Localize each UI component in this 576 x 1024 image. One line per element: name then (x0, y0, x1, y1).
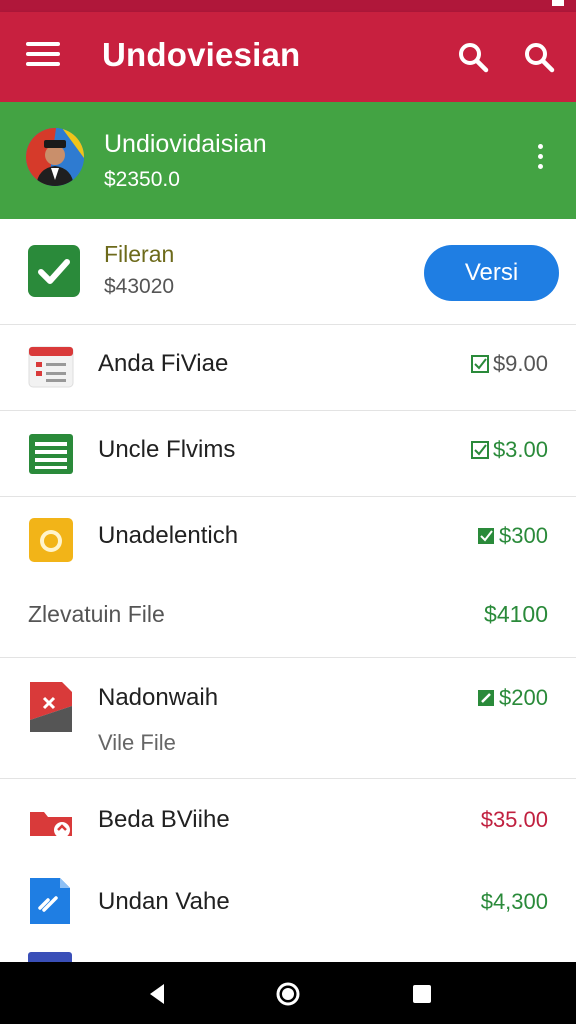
document-icon (28, 876, 72, 926)
list-item-title: Undan Vahe (98, 888, 230, 915)
summary-row: Fileran $43020 Versi (0, 219, 576, 325)
amount-text: $9.00 (492, 351, 548, 376)
home-icon[interactable] (274, 980, 302, 1008)
list-item-amount: $200 (477, 685, 548, 711)
list-item-amount: $35.00 (480, 807, 548, 832)
list-item[interactable]: Uncle Flvims $3.00 (0, 412, 576, 497)
list-item-title: Beda BViihe (98, 806, 230, 833)
list-item-amount: $4,300 (480, 889, 548, 914)
amount-text: $3.00 (492, 437, 548, 462)
folder-icon (28, 802, 74, 848)
system-nav-bar (0, 962, 576, 1024)
search-icon[interactable] (456, 40, 490, 74)
list-item-title: Unadelentich (98, 522, 239, 549)
checkbox-icon (470, 441, 489, 459)
summary-label: Fileran (104, 241, 175, 267)
list-item-title: Uncle Flvims (98, 436, 236, 463)
app-bar: Undoviesian (0, 12, 576, 102)
list-item[interactable]: Unadelentich $300 (0, 498, 576, 583)
edit-icon (478, 690, 495, 706)
profile-name: Undiovidaisian (104, 130, 267, 158)
amount-text: $200 (499, 685, 548, 710)
search-icon[interactable] (522, 40, 556, 74)
versi-button[interactable]: Versi (424, 245, 559, 301)
battery-icon (552, 0, 564, 6)
list-item[interactable]: Undan Vahe $4,300 (0, 862, 576, 944)
recents-icon[interactable] (408, 980, 436, 1008)
summary-amount: $43020 (104, 275, 175, 298)
amount-text: $300 (499, 523, 548, 548)
avatar[interactable] (26, 128, 84, 186)
list-item[interactable]: Beda BViihe $35.00 (0, 780, 576, 862)
form-icon (28, 345, 74, 391)
list-item-subtitle: Vile File (98, 730, 176, 755)
list-item[interactable]: Anda FiViae $9.00 (0, 326, 576, 411)
list-item[interactable]: Nadonwaih Vile File $200 (0, 658, 576, 779)
list-item-icon-partial (28, 952, 72, 962)
list-item-amount: $9.00 (470, 351, 548, 377)
menu-icon[interactable] (26, 42, 62, 72)
coin-icon (28, 517, 74, 563)
section-amount: $4100 (484, 601, 548, 627)
list-item-title: Anda FiViae (98, 350, 229, 377)
profile-header: Undiovidaisian $2350.0 (0, 102, 576, 219)
list-item-title: Nadonwaih (98, 684, 219, 711)
checkbox-icon (478, 528, 495, 544)
section-label: Zlevatuin File (28, 601, 165, 627)
back-icon[interactable] (144, 980, 172, 1008)
pdf-file-icon (28, 680, 74, 734)
list-item-amount: $3.00 (470, 437, 548, 463)
checkbox-icon (470, 355, 489, 373)
app-title: Undoviesian (102, 36, 301, 73)
sheet-icon (28, 431, 74, 477)
list-item-amount: $300 (477, 523, 548, 549)
more-vert-icon[interactable] (530, 144, 550, 174)
status-icons (552, 0, 564, 6)
profile-balance: $2350.0 (104, 168, 180, 191)
check-icon (28, 245, 80, 297)
status-bar (0, 0, 576, 12)
